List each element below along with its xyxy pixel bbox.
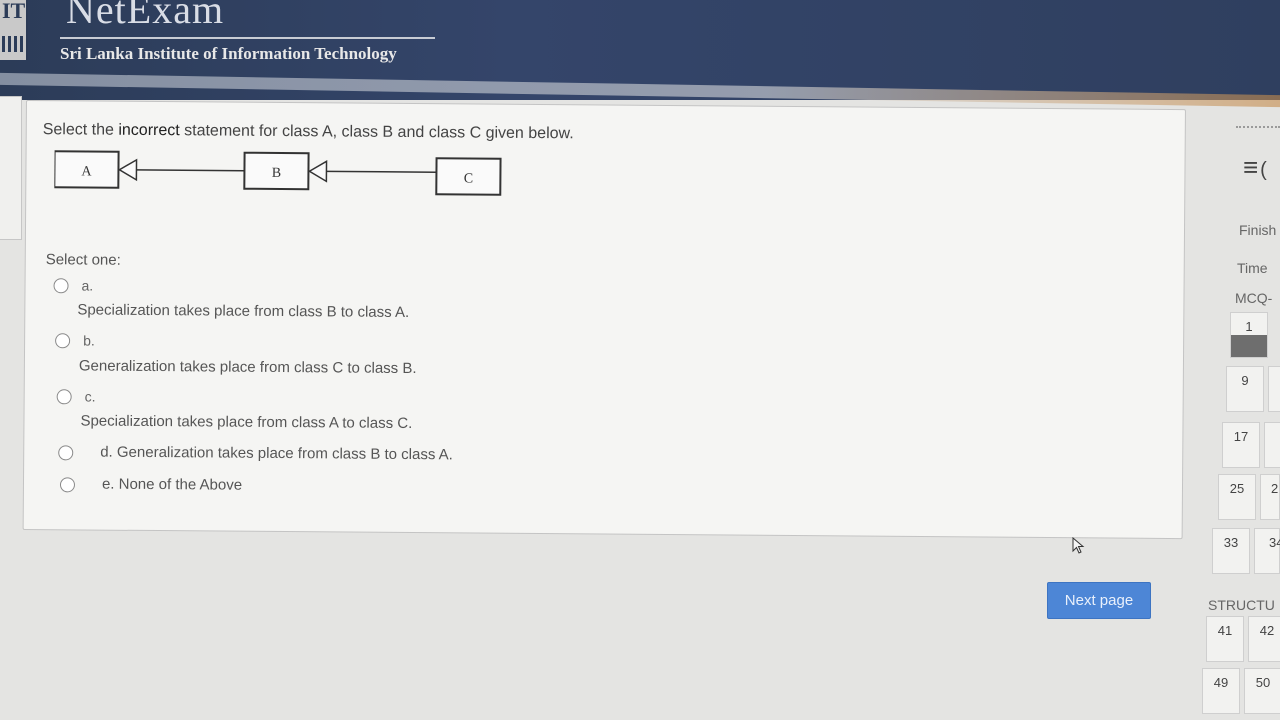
option-d-text: d. Generalization takes place from class… xyxy=(100,443,453,464)
mcq-section-label: MCQ- xyxy=(1235,290,1273,306)
question-nav-33[interactable]: 33 xyxy=(1212,528,1250,574)
quiz-navigation-panel: ≡( Finish Time MCQ- 1 9 17 25 2 33 34 ST… xyxy=(1200,100,1280,720)
option-d-radio[interactable] xyxy=(58,445,74,461)
option-c-radio[interactable] xyxy=(56,389,72,405)
option-b-radio[interactable] xyxy=(55,333,71,349)
question-info-card xyxy=(0,96,22,240)
mouse-pointer-icon xyxy=(1072,537,1085,554)
question-nav-34[interactable]: 34 xyxy=(1254,528,1280,574)
question-nav-49[interactable]: 49 xyxy=(1202,668,1240,714)
class-c-label: C xyxy=(464,171,473,186)
question-nav-18[interactable] xyxy=(1264,422,1280,468)
question-nav-17[interactable]: 17 xyxy=(1222,422,1260,468)
question-nav-10[interactable] xyxy=(1268,366,1280,412)
option-a-radio[interactable] xyxy=(53,278,69,294)
question-text: Select the incorrect statement for class… xyxy=(43,121,574,143)
finish-attempt-link[interactable]: Finish xyxy=(1239,222,1276,238)
option-c-letter: c. xyxy=(84,388,96,405)
question-nav-1-number: 1 xyxy=(1245,319,1253,334)
question-text-emphasis: incorrect xyxy=(118,121,180,140)
option-b-text: Generalization takes place from class C … xyxy=(78,357,417,378)
logo-grid-icon xyxy=(2,36,24,52)
question-nav-17-number: 17 xyxy=(1233,429,1249,444)
question-nav-34-number: 34 xyxy=(1269,535,1280,550)
next-page-button[interactable]: Next page xyxy=(1047,582,1151,619)
time-left-label: Time xyxy=(1237,260,1268,276)
option-a-letter: a. xyxy=(81,277,94,294)
panel-dotted-border xyxy=(1236,126,1280,128)
question-nav-41[interactable]: 41 xyxy=(1206,616,1244,662)
option-e-radio[interactable] xyxy=(59,477,76,493)
question-nav-26[interactable]: 2 xyxy=(1260,474,1280,520)
question-text-end: statement for class A, class B and class… xyxy=(179,122,574,143)
uml-class-diagram: A B C xyxy=(54,150,502,196)
brand-title: NetExam xyxy=(66,0,225,32)
structured-section-label: STRUCTU xyxy=(1208,597,1275,613)
brand-underline xyxy=(60,37,435,39)
question-nav-42[interactable]: 42 xyxy=(1248,616,1280,662)
page-header: IT NetExam Sri Lanka Institute of Inform… xyxy=(0,0,1280,108)
question-text-start: Select the xyxy=(42,121,119,139)
question-nav-49-number: 49 xyxy=(1213,675,1229,690)
question-nav-9-number: 9 xyxy=(1241,373,1249,388)
question-nav-33-number: 33 xyxy=(1223,535,1239,550)
logo-letters: IT xyxy=(2,0,26,23)
option-b-letter: b. xyxy=(83,332,95,349)
question-nav-41-number: 41 xyxy=(1217,623,1233,638)
question-nav-25-number: 25 xyxy=(1229,481,1245,496)
question-nav-26-number: 2 xyxy=(1271,481,1279,496)
option-e-text: e. None of the Above xyxy=(101,475,243,494)
sliit-logo: IT xyxy=(0,0,28,60)
option-a-text: Specialization takes place from class B … xyxy=(77,301,410,322)
select-one-label: Select one: xyxy=(45,251,121,269)
option-c-text: Specialization takes place from class A … xyxy=(80,412,413,433)
class-box-a: A xyxy=(54,150,120,189)
question-nav-1[interactable]: 1 xyxy=(1230,312,1268,358)
hamburger-icon[interactable]: ≡( xyxy=(1243,154,1267,183)
question-nav-9[interactable]: 9 xyxy=(1226,366,1264,412)
generalization-arrow-b-to-a xyxy=(117,158,245,182)
institute-name: Sri Lanka Institute of Information Techn… xyxy=(60,44,397,63)
class-b-label: B xyxy=(272,166,281,181)
class-a-label: A xyxy=(81,164,92,179)
question-nav-25[interactable]: 25 xyxy=(1218,474,1256,520)
class-box-c: C xyxy=(435,157,502,196)
question-nav-42-number: 42 xyxy=(1259,623,1275,638)
class-box-b: B xyxy=(243,151,310,191)
generalization-arrow-c-to-b xyxy=(307,160,437,183)
question-nav-50-number: 50 xyxy=(1255,675,1271,690)
question-nav-50[interactable]: 50 xyxy=(1244,668,1280,714)
question-card: Select the incorrect statement for class… xyxy=(22,100,1186,540)
